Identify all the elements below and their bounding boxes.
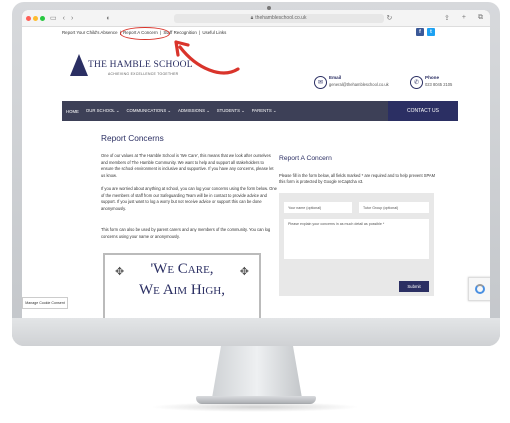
close-window-button[interactable]: [26, 15, 31, 21]
nav-admissions[interactable]: ADMISSIONS ⌄: [178, 108, 210, 114]
form-intro: Please fill in the form below, all field…: [279, 173, 436, 185]
maximize-window-button[interactable]: [40, 15, 45, 21]
phone-label: Phone: [425, 75, 440, 80]
reload-button[interactable]: ↻: [387, 14, 393, 22]
motto-line-2: We Aim High,: [139, 282, 225, 298]
nav-our-school[interactable]: OUR SCHOOL ⌄: [86, 108, 120, 114]
imac-monitor: ▭ ‹ › ◐ 🔒︎ thehambleschool.co.uk ↻ ⇪ + ⧉…: [12, 2, 500, 346]
address-bar[interactable]: 🔒︎ thehambleschool.co.uk: [173, 13, 384, 23]
nav-students[interactable]: STUDENTS ⌄: [217, 108, 245, 114]
recaptcha-icon: [475, 284, 485, 294]
form-title: Report A Concern: [279, 155, 332, 162]
address-text: thehambleschool.co.uk: [255, 15, 307, 21]
back-button[interactable]: ‹: [63, 15, 65, 22]
phone-value[interactable]: 023 8045 2105: [425, 82, 452, 87]
submit-button[interactable]: Submit: [399, 281, 429, 292]
browser-toolbar: ▭ ‹ › ◐ 🔒︎ thehambleschool.co.uk ↻ ⇪ + ⧉: [22, 10, 490, 27]
web-page: Report Your Child's Absence | Report A C…: [22, 27, 490, 328]
email-icon: ✉: [314, 76, 327, 89]
annotation-arrow-icon: [174, 40, 240, 75]
worry-paragraph: If you are worried about anything at sch…: [101, 186, 277, 211]
motto-image: ✥ ✥ 'We Care, We Aim High,: [103, 253, 261, 327]
screen: ▭ ‹ › ◐ 🔒︎ thehambleschool.co.uk ↻ ⇪ + ⧉…: [22, 10, 490, 328]
browser-window: ▭ ‹ › ◐ 🔒︎ thehambleschool.co.uk ↻ ⇪ + ⧉…: [22, 10, 490, 328]
name-input[interactable]: Your name (optional): [284, 202, 352, 213]
recaptcha-badge[interactable]: [468, 277, 490, 301]
tabs-overview-icon[interactable]: ⧉: [478, 14, 483, 22]
nav-home[interactable]: HOME: [66, 109, 79, 114]
absence-link[interactable]: Report Your Child's Absence: [62, 30, 118, 35]
contact-us-button[interactable]: CONTACT US: [388, 101, 458, 121]
facebook-icon[interactable]: f: [416, 28, 424, 36]
page-title: Report Concerns: [101, 133, 164, 143]
intro-paragraph: One of our values at The Hamble School i…: [101, 153, 274, 178]
school-tagline: ACHIEVING EXCELLENCE TOGETHER: [108, 72, 179, 76]
school-name[interactable]: THE HAMBLE SCHOOL: [88, 60, 193, 70]
nav-communications[interactable]: COMMUNICATIONS ⌄: [126, 108, 171, 114]
useful-links-link[interactable]: Useful Links: [202, 30, 226, 35]
monitor-chin: [12, 318, 500, 346]
email-label: Email: [329, 75, 342, 80]
lock-icon: 🔒︎: [250, 15, 254, 21]
monitor-stand: [212, 346, 302, 398]
forward-button[interactable]: ›: [71, 15, 73, 22]
main-navigation: HOME OUR SCHOOL ⌄ COMMUNICATIONS ⌄ ADMIS…: [62, 101, 458, 121]
concern-textarea[interactable]: Please explain your concerns in as much …: [284, 219, 429, 259]
share-icon[interactable]: ⇪: [444, 14, 450, 22]
privacy-shield-icon[interactable]: ◐: [106, 15, 110, 22]
new-tab-icon[interactable]: +: [462, 14, 466, 22]
nav-parents[interactable]: PARENTS ⌄: [252, 108, 277, 114]
email-value[interactable]: general@thehambleschool.co.uk: [329, 82, 389, 87]
concern-form: Your name (optional) Tutor Group (option…: [279, 193, 434, 296]
community-paragraph: This form can also be used by parent car…: [101, 227, 271, 239]
twitter-icon[interactable]: t: [427, 28, 435, 36]
stand-shadow: [150, 402, 360, 412]
toolbar-right: ⇪ + ⧉: [441, 14, 486, 22]
motto-line-1: 'We Care,: [150, 261, 214, 277]
separator: |: [199, 30, 201, 35]
cookie-consent-tab[interactable]: Manage Cookie Consent: [22, 297, 68, 309]
minimize-window-button[interactable]: [33, 15, 38, 21]
school-logo-icon[interactable]: [70, 54, 88, 76]
tutor-group-input[interactable]: Tutor Group (optional): [359, 202, 429, 213]
phone-icon: ✆: [410, 76, 423, 89]
sidebar-icon[interactable]: ▭: [50, 14, 57, 22]
highlight-circle: [120, 27, 170, 40]
